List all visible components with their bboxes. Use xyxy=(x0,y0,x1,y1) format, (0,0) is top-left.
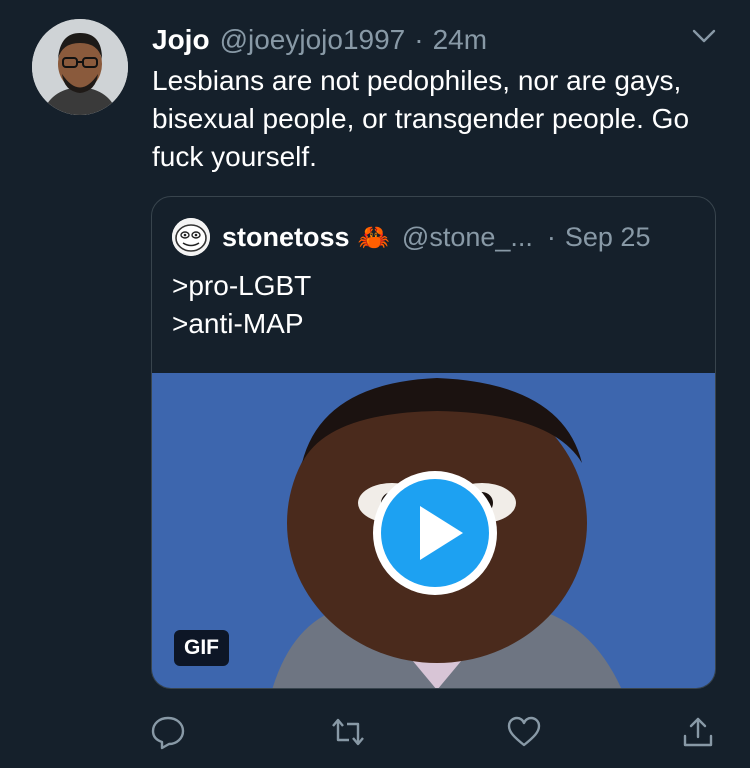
quoted-line-2: >anti-MAP xyxy=(172,308,304,339)
quoted-line-1: >pro-LGBT xyxy=(172,270,312,301)
author-name[interactable]: Jojo xyxy=(152,24,210,56)
tweet-text: Lesbians are not pedophiles, nor are gay… xyxy=(152,65,690,172)
quoted-author-handle[interactable]: @stone_... xyxy=(402,222,533,253)
quoted-avatar xyxy=(172,218,210,256)
separator-dot: · xyxy=(414,24,424,55)
retweet-icon[interactable] xyxy=(330,714,366,750)
quoted-author-name[interactable]: stonetoss xyxy=(222,222,350,253)
tweet-time[interactable]: 24m xyxy=(433,24,487,56)
gif-badge: GIF xyxy=(174,630,229,666)
author-avatar[interactable] xyxy=(32,19,128,115)
gif-media[interactable]: GIF xyxy=(152,373,715,688)
quoted-text: >pro-LGBT >anti-MAP xyxy=(172,267,692,343)
quoted-separator-dot: · xyxy=(546,221,556,252)
tweet-header: Jojo @joeyjojo1997 · 24m xyxy=(152,20,487,60)
crab-emoji: 🦀 xyxy=(357,221,390,252)
quoted-time[interactable]: Sep 25 xyxy=(565,222,651,253)
author-handle[interactable]: @joeyjojo1997 xyxy=(220,24,406,56)
quoted-tweet[interactable]: stonetoss 🦀 @stone_... · Sep 25 >pro-LGB… xyxy=(151,196,716,689)
tweet-actions xyxy=(150,710,720,754)
like-icon[interactable] xyxy=(506,714,542,750)
share-icon[interactable] xyxy=(680,714,716,750)
reply-icon[interactable] xyxy=(150,714,186,750)
quoted-header: stonetoss 🦀 @stone_... · Sep 25 xyxy=(172,217,650,257)
chevron-down-icon[interactable] xyxy=(692,26,716,46)
play-button[interactable] xyxy=(370,468,500,598)
